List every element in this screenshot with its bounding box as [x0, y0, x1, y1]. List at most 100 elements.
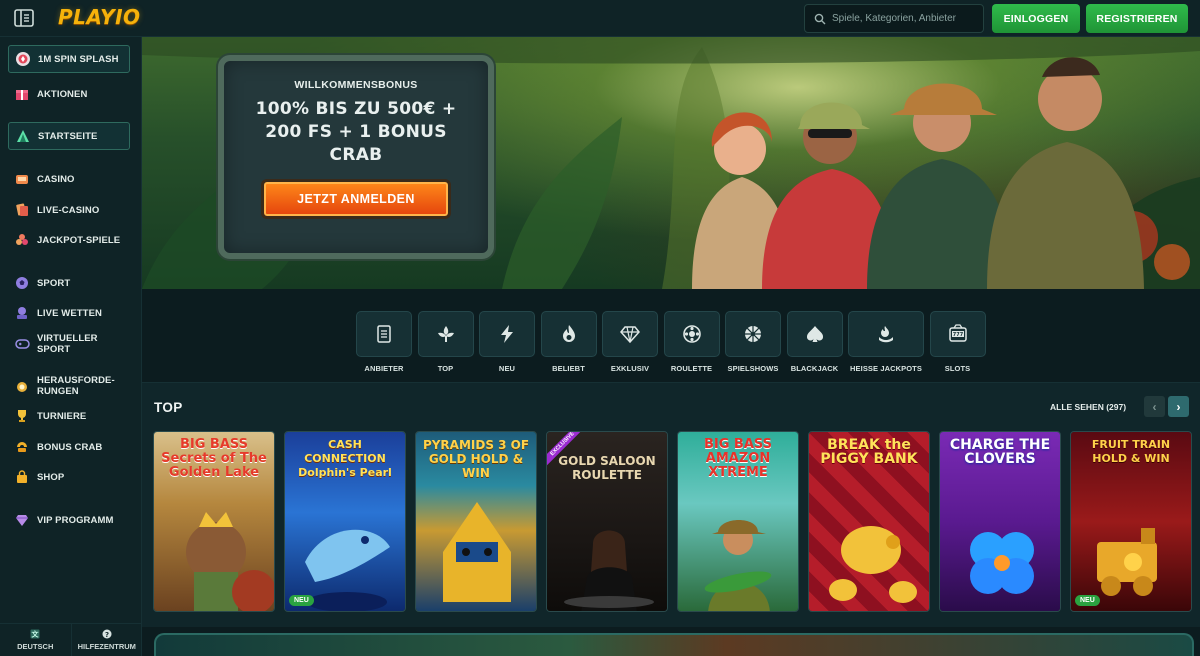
sidebar-item-live-casino[interactable]: LIVE-CASINO — [8, 196, 130, 224]
category-tile[interactable] — [725, 311, 781, 357]
hero-banner[interactable]: WILLKOMMENSBONUS 100% BIS ZU 500€ + 200 … — [142, 37, 1200, 289]
category-exklusiv[interactable]: EXKLUSIV — [602, 311, 658, 373]
category-label: ROULETTE — [670, 364, 713, 373]
category-tile[interactable] — [602, 311, 658, 357]
trophy-icon — [14, 408, 30, 424]
welcome-bonus-card: WILLKOMMENSBONUS 100% BIS ZU 500€ + 200 … — [218, 55, 494, 259]
gem-icon — [620, 326, 640, 344]
hot-jackpot-icon — [879, 326, 893, 343]
sidebar-item-label: HERAUSFORDE-RUNGEN — [37, 375, 115, 397]
sidebar-item-herausforderungen[interactable]: HERAUSFORDE-RUNGEN — [8, 371, 130, 401]
category-tile[interactable] — [356, 311, 412, 357]
gamepad-icon — [14, 336, 30, 352]
language-button[interactable]: 文 DEUTSCH — [0, 624, 71, 656]
category-tile[interactable] — [417, 311, 474, 357]
game-title: FRUIT TRAIN HOLD & WIN — [1091, 438, 1171, 465]
live-casino-icon — [14, 202, 30, 218]
language-icon: 文 — [30, 629, 40, 639]
see-all-link[interactable]: ALLE SEHEN (297) — [1050, 402, 1126, 412]
chevron-left-icon: ‹ — [1152, 399, 1157, 414]
category-label: TOP — [437, 364, 454, 373]
game-card[interactable]: BREAK the PIGGY BANK — [808, 431, 930, 612]
game-card[interactable]: CHARGE THE CLOVERS — [939, 431, 1061, 612]
game-card[interactable]: BIG BASS Secrets of The Golden Lake — [153, 431, 275, 612]
category-tile[interactable] — [848, 311, 924, 357]
category-label: HEISSE JACKPOTS — [850, 364, 922, 373]
carousel-next-button[interactable]: › — [1168, 396, 1189, 417]
category-tile[interactable] — [786, 311, 843, 357]
sidebar-item-startseite[interactable]: STARTSEITE — [8, 122, 130, 150]
sidebar-item-label: VIRTUELLER SPORT — [37, 333, 98, 355]
category-neu[interactable]: NEU — [479, 311, 535, 373]
game-title: CHARGE THE CLOVERS — [949, 437, 1051, 467]
chevron-right-icon: › — [1176, 399, 1181, 414]
category-tile[interactable] — [479, 311, 535, 357]
brand-logo[interactable]: PLAYIO — [58, 5, 141, 29]
main-content: WILLKOMMENSBONUS 100% BIS ZU 500€ + 200 … — [142, 37, 1200, 656]
register-button[interactable]: REGISTRIEREN — [1086, 4, 1188, 33]
sidebar-item-spin-splash[interactable]: 1M SPIN SPLASH — [8, 45, 130, 73]
sidebar-item-label: SPORT — [37, 277, 71, 289]
promo-kicker: WILLKOMMENSBONUS — [294, 79, 418, 91]
svg-text:777: 777 — [952, 332, 963, 338]
sidebar-item-label: STARTSEITE — [38, 130, 98, 142]
category-tile[interactable] — [540, 311, 597, 357]
game-card[interactable]: CASH CONNECTION Dolphin's Pearl NEU — [284, 431, 406, 612]
help-label: HILFEZENTRUM — [77, 642, 136, 651]
game-card[interactable]: BIG BASS AMAZON XTREME — [677, 431, 799, 612]
game-title: PYRAMIDS 3 OF GOLD HOLD & WIN — [422, 438, 530, 480]
category-label: SPIELSHOWS — [727, 364, 779, 373]
game-title: BIG BASS Secrets of The Golden Lake — [161, 437, 267, 480]
signup-cta-button[interactable]: JETZT ANMELDEN — [261, 179, 451, 219]
category-spielshows[interactable]: SPIELSHOWS — [725, 311, 781, 373]
sidebar-item-live-wetten[interactable]: LIVE WETTEN — [8, 299, 130, 327]
casino-icon — [14, 171, 30, 187]
sidebar-item-label: TURNIERE — [37, 410, 87, 422]
gift-icon — [14, 86, 30, 102]
category-beliebt[interactable]: BELIEBT — [540, 311, 597, 373]
home-icon — [15, 128, 31, 144]
top-games-section: TOP ALLE SEHEN (297) ‹ › BIG BASS Secret… — [142, 382, 1200, 627]
category-tile[interactable] — [663, 311, 720, 357]
game-card[interactable]: FRUIT TRAIN HOLD & WIN NEU — [1070, 431, 1192, 612]
sidebar-item-shop[interactable]: SHOP — [8, 463, 130, 491]
game-title: BIG BASS AMAZON XTREME — [703, 437, 773, 480]
sidebar-item-casino[interactable]: CASINO — [8, 165, 130, 193]
login-button[interactable]: EINLOGGEN — [992, 4, 1080, 33]
category-roulette[interactable]: ROULETTE — [663, 311, 720, 373]
sidebar-item-jackpot[interactable]: JACKPOT-SPIELE — [8, 226, 130, 254]
search-input[interactable] — [832, 13, 982, 24]
jackpot-icon — [14, 232, 30, 248]
carousel-prev-button[interactable]: ‹ — [1144, 396, 1165, 417]
sidebar-item-virtueller-sport[interactable]: VIRTUELLER SPORT — [8, 329, 130, 359]
section-title: TOP — [154, 400, 183, 415]
category-heisse-jackpots[interactable]: HEISSE JACKPOTS — [848, 311, 924, 373]
sidebar-item-aktionen[interactable]: AKTIONEN — [8, 80, 130, 108]
game-card[interactable]: PYRAMIDS 3 OF GOLD HOLD & WIN — [415, 431, 537, 612]
help-center-button[interactable]: ? HILFEZENTRUM — [70, 624, 143, 656]
lightning-icon — [501, 325, 513, 343]
category-tile[interactable]: 777 — [929, 311, 986, 357]
category-slots[interactable]: 777 SLOTS — [929, 311, 986, 373]
next-banner-preview[interactable] — [154, 633, 1194, 656]
sidebar-item-turniere[interactable]: TURNIERE — [8, 402, 130, 430]
sidebar-item-sport[interactable]: SPORT — [8, 269, 130, 297]
category-label: NEU — [498, 364, 516, 373]
sidebar-item-label: LIVE WETTEN — [37, 307, 102, 319]
claw-icon — [14, 439, 30, 455]
category-blackjack[interactable]: BLACKJACK — [786, 311, 843, 373]
medal-icon — [14, 378, 30, 394]
category-top[interactable]: TOP — [417, 311, 474, 373]
sidebar-item-label: JACKPOT-SPIELE — [37, 234, 121, 246]
search-box[interactable] — [804, 4, 984, 33]
game-card[interactable]: GOLD SALOON ROULETTE EXCLUSIVE — [546, 431, 668, 612]
sidebar-item-bonus-crab[interactable]: BONUS CRAB — [8, 433, 130, 461]
promo-title: 100% BIS ZU 500€ + 200 FS + 1 BONUS CRAB — [255, 99, 457, 165]
slot-machine-icon: 777 — [948, 324, 967, 342]
shopping-bag-icon — [14, 469, 30, 485]
help-icon: ? — [102, 629, 112, 639]
sidebar-item-vip[interactable]: VIP PROGRAMM — [8, 506, 130, 534]
category-anbieter[interactable]: ANBIETER — [356, 311, 412, 373]
provider-icon — [377, 325, 391, 343]
sidebar-toggle-icon[interactable] — [14, 9, 34, 27]
